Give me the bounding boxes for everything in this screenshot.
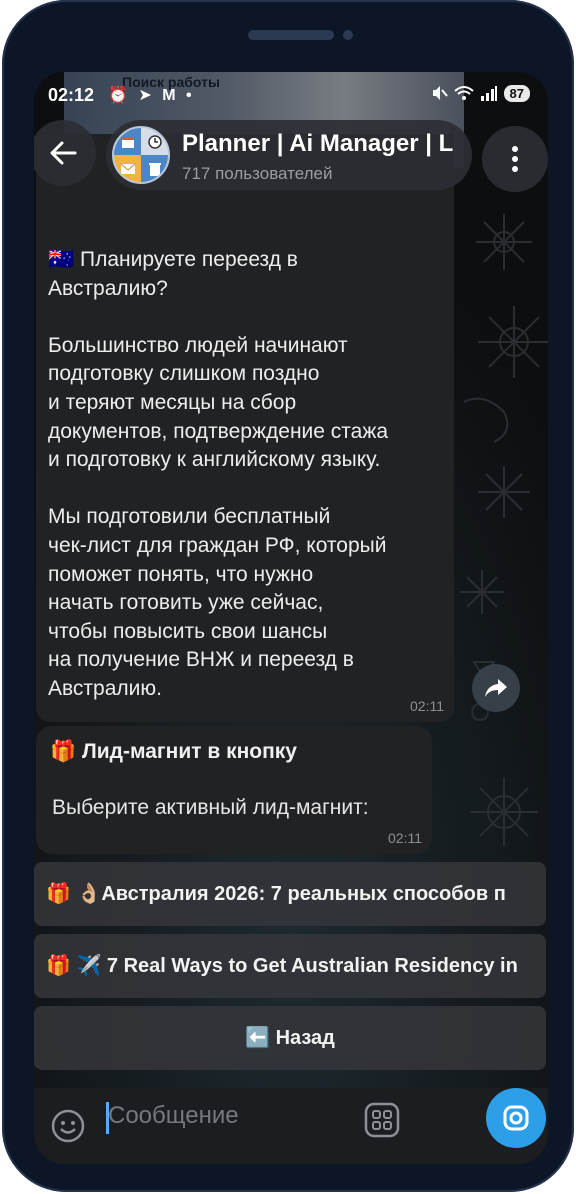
- telegram-chat-screen: Поиск работы 02:12 ⏰ ➤ M • 87 🇦🇺 Планиру…: [34, 72, 548, 1164]
- envelope-icon: [114, 155, 141, 182]
- wifi-icon: [453, 86, 474, 100]
- clock-icon: [141, 128, 168, 155]
- signal-icon: [480, 86, 497, 101]
- bot-message[interactable]: 🎁 Лид-магнит в кнопку Выберите активный …: [36, 726, 432, 854]
- bot-keyboard-toggle-icon[interactable]: [364, 1102, 400, 1138]
- share-arrow-icon: [485, 679, 507, 697]
- status-bar: 02:12 ⏰ ➤ M • 87: [34, 72, 548, 120]
- battery-indicator: 87: [503, 84, 530, 102]
- arrow-left-icon: [50, 141, 77, 165]
- back-button[interactable]: ⬅️ Назад: [34, 1006, 546, 1070]
- header-more-button[interactable]: [482, 126, 548, 192]
- channel-post-message[interactable]: 🇦🇺 Планируете переезд в Австралию? Больш…: [36, 134, 454, 757]
- status-notification-icons: ⏰ ➤ M •: [108, 87, 195, 104]
- phone-frame: Поиск работы 02:12 ⏰ ➤ M • 87 🇦🇺 Планиру…: [2, 0, 574, 1192]
- emoji-icon[interactable]: [50, 1108, 86, 1144]
- more-vertical-icon: [512, 146, 518, 172]
- camera-button[interactable]: [486, 1088, 546, 1148]
- keyboard-button-label: 🎁 ✈️ 7 Real Ways to Get Australian Resid…: [46, 955, 518, 977]
- message-time: 02:11: [388, 830, 422, 846]
- chat-member-count: 717 пользователей: [182, 164, 333, 183]
- status-time: 02:12: [48, 85, 95, 105]
- camera-icon: [503, 1105, 529, 1131]
- lead-magnet-button-en[interactable]: 🎁 ✈️ 7 Real Ways to Get Australian Resid…: [34, 934, 546, 998]
- bot-message-title: 🎁 Лид-магнит в кнопку: [50, 740, 297, 763]
- message-input[interactable]: Сообщение: [108, 1102, 239, 1130]
- message-time: 02:11: [410, 698, 444, 714]
- chat-header[interactable]: Planner | Ai Manager | L 717 пользовател…: [106, 120, 472, 190]
- trash-icon: [141, 155, 168, 182]
- calendar-icon: [114, 128, 141, 155]
- front-camera: [343, 30, 353, 40]
- chat-title: Planner | Ai Manager | L: [182, 130, 454, 157]
- keyboard-button-label: 🎁 👌🏼Австралия 2026: 7 реальных способов …: [46, 883, 506, 905]
- bot-message-body: Выберите активный лид-магнит:: [52, 796, 369, 819]
- message-input-bar: Сообщение: [34, 1088, 548, 1164]
- mute-icon: [432, 86, 448, 100]
- chat-avatar: [112, 126, 170, 184]
- earpiece-speaker: [248, 30, 334, 40]
- lead-magnet-button-ru[interactable]: 🎁 👌🏼Австралия 2026: 7 реальных способов …: [34, 862, 546, 926]
- keyboard-button-label: ⬅️ Назад: [245, 1027, 335, 1049]
- message-text: 🇦🇺 Планируете переезд в Австралию? Больш…: [48, 248, 389, 757]
- forward-button[interactable]: [472, 664, 520, 712]
- status-system-icons: 87: [430, 84, 530, 102]
